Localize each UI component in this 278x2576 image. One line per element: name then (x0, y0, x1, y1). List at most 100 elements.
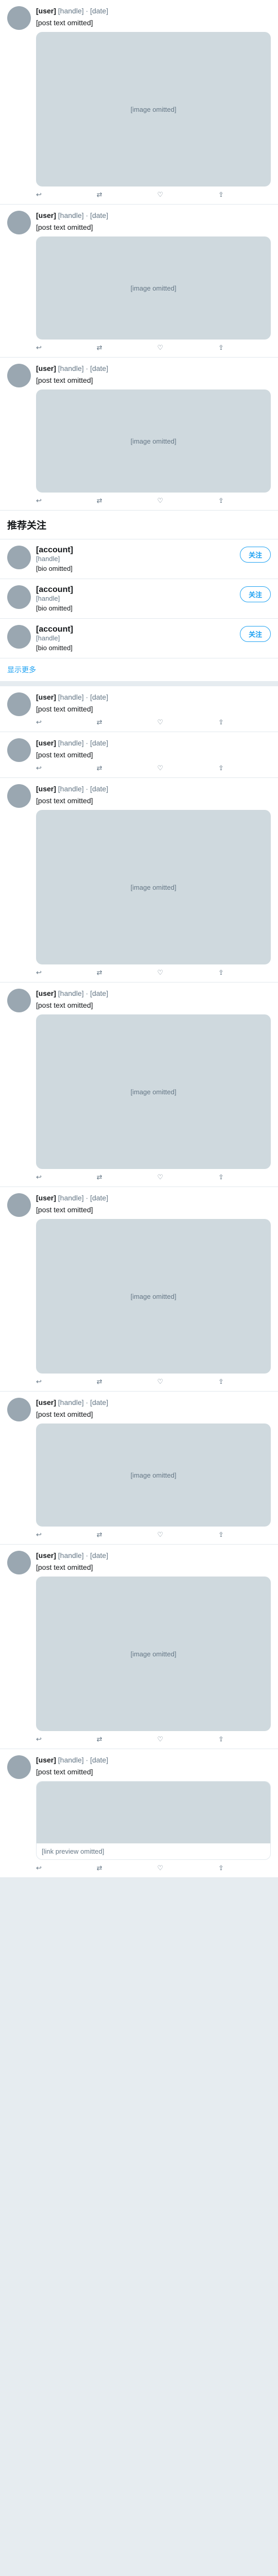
author-name[interactable]: [user] (36, 1551, 56, 1560)
tweet-card[interactable]: [user] [handle] · [date] [post text omitt… (0, 982, 278, 1187)
avatar[interactable] (7, 585, 31, 609)
like-button[interactable]: ♡ (157, 1531, 165, 1539)
tweet-media[interactable]: [image omitted] (36, 1577, 271, 1731)
avatar[interactable] (7, 546, 31, 569)
author-name[interactable]: [user] (36, 693, 56, 701)
retweet-button[interactable]: ⇄ (97, 497, 105, 505)
share-button[interactable]: ⇪ (218, 764, 224, 772)
retweet-button[interactable]: ⇄ (97, 1378, 105, 1386)
like-button[interactable]: ♡ (157, 764, 165, 772)
reply-button[interactable]: ↩ (36, 969, 44, 977)
like-button[interactable]: ♡ (157, 1735, 165, 1743)
tweet-card[interactable]: [user] [handle] · [date] [post text omitt… (0, 0, 278, 205)
like-button[interactable]: ♡ (157, 1173, 165, 1181)
reply-button[interactable]: ↩ (36, 718, 44, 726)
reply-button[interactable]: ↩ (36, 1864, 44, 1872)
share-button[interactable]: ⇪ (218, 1173, 224, 1181)
author-name[interactable]: [user] (36, 364, 56, 372)
author-name[interactable]: [user] (36, 989, 56, 997)
share-icon: ⇪ (218, 764, 224, 772)
show-more-link[interactable]: 显示更多 (0, 658, 278, 686)
author-name[interactable]: [user] (36, 785, 56, 793)
author-name[interactable]: [user] (36, 1194, 56, 1202)
suggestion-name[interactable]: [account] (36, 625, 271, 634)
tweet-card[interactable]: [user] [handle] · [date] [post text omitt… (0, 1749, 278, 1878)
follow-button[interactable]: 关注 (239, 547, 271, 563)
tweet-card[interactable]: [user] [handle] · [date] [post text omitt… (0, 686, 278, 732)
avatar[interactable] (7, 364, 31, 387)
author-name[interactable]: [user] (36, 1756, 56, 1764)
tweet-media[interactable]: [image omitted] (36, 389, 271, 493)
avatar[interactable] (7, 989, 31, 1012)
reply-button[interactable]: ↩ (36, 1378, 44, 1386)
avatar[interactable] (7, 1398, 31, 1421)
avatar[interactable] (7, 625, 31, 649)
like-button[interactable]: ♡ (157, 1864, 165, 1872)
tweet-media[interactable]: [image omitted] (36, 1219, 271, 1374)
share-button[interactable]: ⇪ (218, 344, 224, 352)
avatar[interactable] (7, 692, 31, 716)
follow-suggestion[interactable]: [account] [handle] [bio omitted] 关注 (0, 579, 278, 619)
follow-suggestion[interactable]: [account] [handle] [bio omitted] 关注 (0, 539, 278, 579)
share-button[interactable]: ⇪ (218, 1378, 224, 1386)
avatar[interactable] (7, 211, 31, 234)
like-button[interactable]: ♡ (157, 191, 165, 199)
avatar[interactable] (7, 1551, 31, 1574)
like-button[interactable]: ♡ (157, 969, 165, 977)
avatar[interactable] (7, 1193, 31, 1217)
like-button[interactable]: ♡ (157, 497, 165, 505)
tweet-card[interactable]: [user] [handle] · [date] [post text omitt… (0, 732, 278, 778)
author-name[interactable]: [user] (36, 739, 56, 747)
tweet-card[interactable]: [user] [handle] · [date] [post text omitt… (0, 1392, 278, 1545)
link-preview[interactable]: [link preview omitted] (36, 1781, 271, 1860)
share-button[interactable]: ⇪ (218, 1864, 224, 1872)
suggestion-name[interactable]: [account] (36, 546, 271, 555)
retweet-button[interactable]: ⇄ (97, 1864, 105, 1872)
reply-button[interactable]: ↩ (36, 1735, 44, 1743)
author-name[interactable]: [user] (36, 1398, 56, 1406)
like-button[interactable]: ♡ (157, 1378, 165, 1386)
retweet-button[interactable]: ⇄ (97, 1173, 105, 1181)
tweet-media[interactable]: [image omitted] (36, 810, 271, 964)
avatar[interactable] (7, 6, 31, 30)
share-button[interactable]: ⇪ (218, 718, 224, 726)
author-name[interactable]: [user] (36, 7, 56, 15)
tweet-media[interactable]: [image omitted] (36, 236, 271, 340)
share-button[interactable]: ⇪ (218, 969, 224, 977)
tweet-media[interactable]: [image omitted] (36, 1014, 271, 1169)
share-button[interactable]: ⇪ (218, 1735, 224, 1743)
reply-button[interactable]: ↩ (36, 764, 44, 772)
reply-button[interactable]: ↩ (36, 344, 44, 352)
avatar[interactable] (7, 1755, 31, 1779)
share-button[interactable]: ⇪ (218, 191, 224, 199)
tweet-card[interactable]: [user] [handle] · [date] [post text omitt… (0, 205, 278, 358)
avatar[interactable] (7, 738, 31, 762)
reply-button[interactable]: ↩ (36, 1531, 44, 1539)
avatar[interactable] (7, 784, 31, 808)
reply-button[interactable]: ↩ (36, 1173, 44, 1181)
suggestion-name[interactable]: [account] (36, 585, 271, 595)
retweet-button[interactable]: ⇄ (97, 718, 105, 726)
retweet-button[interactable]: ⇄ (97, 1735, 105, 1743)
author-name[interactable]: [user] (36, 211, 56, 219)
share-button[interactable]: ⇪ (218, 1531, 224, 1539)
like-button[interactable]: ♡ (157, 718, 165, 726)
tweet-media[interactable]: [image omitted] (36, 32, 271, 187)
reply-button[interactable]: ↩ (36, 191, 44, 199)
retweet-button[interactable]: ⇄ (97, 1531, 105, 1539)
tweet-card[interactable]: [user] [handle] · [date] [post text omitt… (0, 778, 278, 982)
retweet-button[interactable]: ⇄ (97, 764, 105, 772)
share-button[interactable]: ⇪ (218, 497, 224, 505)
follow-button[interactable]: 关注 (239, 626, 271, 642)
retweet-button[interactable]: ⇄ (97, 344, 105, 352)
tweet-card[interactable]: [user] [handle] · [date] [post text omitt… (0, 1187, 278, 1392)
tweet-media[interactable]: [image omitted] (36, 1423, 271, 1527)
tweet-card[interactable]: [user] [handle] · [date] [post text omitt… (0, 358, 278, 511)
follow-suggestion[interactable]: [account] [handle] [bio omitted] 关注 (0, 619, 278, 658)
reply-button[interactable]: ↩ (36, 497, 44, 505)
retweet-button[interactable]: ⇄ (97, 191, 105, 199)
tweet-card[interactable]: [user] [handle] · [date] [post text omitt… (0, 1545, 278, 1749)
retweet-button[interactable]: ⇄ (97, 969, 105, 977)
follow-button[interactable]: 关注 (239, 586, 271, 602)
like-button[interactable]: ♡ (157, 344, 165, 352)
